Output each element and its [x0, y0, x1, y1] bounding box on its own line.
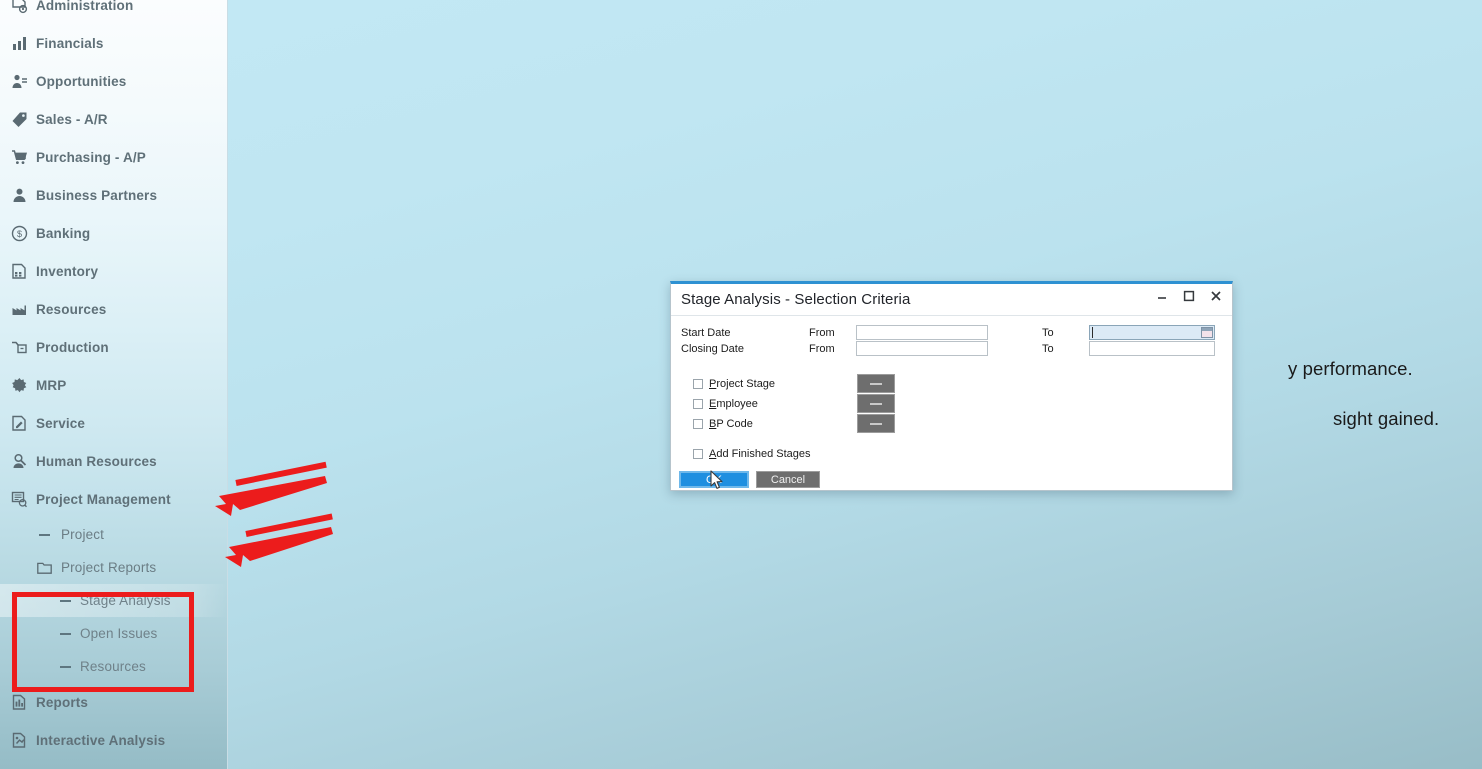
sidebar-item-label: Financials — [36, 35, 104, 51]
add-finished-stages-checkbox[interactable] — [693, 449, 703, 459]
sidebar-item-label: Reports — [36, 694, 89, 710]
sidebar-item-purchasing-ap[interactable]: Purchasing - A/P — [0, 138, 227, 176]
project-stage-selector-button[interactable] — [857, 374, 895, 393]
sidebar-item-interactive-analysis[interactable]: Interactive Analysis — [0, 721, 227, 759]
sidebar-item-opportunities[interactable]: Opportunities — [0, 62, 227, 100]
production-icon — [8, 337, 30, 357]
employee-checkbox[interactable] — [693, 399, 703, 409]
text-caret — [1092, 327, 1093, 338]
administration-icon — [8, 0, 30, 15]
closing-date-from-input[interactable] — [856, 341, 988, 356]
sidebar-item-administration[interactable]: Administration — [0, 0, 227, 24]
closing-date-row: Closing Date From To — [671, 341, 1232, 359]
interactive-analysis-icon — [8, 730, 30, 750]
employee-checkbox-row[interactable]: Employee — [693, 397, 758, 411]
inventory-box-icon — [8, 261, 30, 281]
sidebar-item-financials[interactable]: Financials — [0, 24, 227, 62]
highlight-box-project-reports-items — [12, 592, 194, 692]
start-date-to-input[interactable] — [1089, 325, 1215, 340]
bp-code-checkbox[interactable] — [693, 419, 703, 429]
closing-date-from-label: From — [809, 343, 835, 355]
background-text-line-2: sight gained. — [1333, 408, 1440, 429]
bp-code-label: BP Code — [709, 418, 753, 430]
sidebar-item-project-management[interactable]: Project Management — [0, 480, 227, 518]
dialog-titlebar[interactable]: Stage Analysis - Selection Criteria — [671, 284, 1232, 316]
sidebar-item-resources[interactable]: Resources — [0, 290, 227, 328]
sales-tag-icon — [8, 109, 30, 129]
sidebar-item-label: Resources — [36, 301, 107, 317]
project-stage-checkbox-row[interactable]: Project Stage — [693, 377, 775, 391]
sidebar-item-label: Production — [36, 339, 109, 355]
svg-text:$: $ — [16, 229, 21, 239]
sidebar-item-production[interactable]: Production — [0, 328, 227, 366]
add-finished-stages-label: Add Finished Stages — [709, 448, 811, 460]
sidebar-item-label: Project Reports — [61, 560, 157, 575]
employee-selector-button[interactable] — [857, 394, 895, 413]
mrp-gear-icon — [8, 375, 30, 395]
start-date-label: Start Date — [681, 327, 731, 339]
background-text-line-1: y performance. — [1288, 358, 1413, 379]
closing-date-to-input[interactable] — [1089, 341, 1215, 356]
maximize-icon[interactable] — [1181, 287, 1197, 305]
sidebar-item-business-partners[interactable]: Business Partners — [0, 176, 227, 214]
closing-date-label: Closing Date — [681, 343, 744, 355]
sidebar-item-label: Human Resources — [36, 453, 157, 469]
dialog-title: Stage Analysis - Selection Criteria — [681, 291, 911, 308]
sidebar-item-banking[interactable]: $ Banking — [0, 214, 227, 252]
cancel-button[interactable]: Cancel — [756, 471, 820, 488]
employee-label: Employee — [709, 398, 758, 410]
sidebar-item-label: Business Partners — [36, 187, 158, 203]
calendar-picker-icon[interactable] — [1201, 327, 1213, 338]
sidebar-item-label: Project — [61, 527, 105, 542]
close-icon[interactable] — [1208, 287, 1224, 305]
sidebar-item-label: Sales - A/R — [36, 111, 108, 127]
project-stage-checkbox[interactable] — [693, 379, 703, 389]
financials-chart-icon — [8, 33, 30, 53]
project-stage-label: Project Stage — [709, 378, 776, 390]
sidebar-item-label: Purchasing - A/P — [36, 149, 146, 165]
closing-date-to-label: To — [1042, 343, 1054, 355]
resources-factory-icon — [8, 299, 30, 319]
folder-icon — [34, 558, 54, 578]
start-date-to-label: To — [1042, 327, 1054, 339]
minimize-icon[interactable] — [1154, 287, 1170, 305]
sidebar-item-label: Interactive Analysis — [36, 732, 166, 748]
bp-code-checkbox-row[interactable]: BP Code — [693, 417, 753, 431]
sidebar-item-project-reports[interactable]: Project Reports — [0, 551, 227, 584]
human-resources-icon — [8, 451, 30, 471]
window-controls[interactable] — [1154, 287, 1224, 305]
business-partners-person-icon — [8, 185, 30, 205]
ok-button[interactable]: OK — [679, 471, 749, 488]
sidebar-item-label: Opportunities — [36, 73, 127, 89]
sidebar-item-label: Administration — [36, 0, 134, 13]
sidebar-item-service[interactable]: Service — [0, 404, 227, 442]
sidebar-item-label: Banking — [36, 225, 91, 241]
stage-analysis-selection-criteria-dialog[interactable]: Stage Analysis - Selection Criteria Star… — [670, 281, 1233, 491]
sidebar-item-project[interactable]: Project — [0, 518, 227, 551]
dash-icon — [34, 525, 54, 545]
sidebar-item-human-resources[interactable]: Human Resources — [0, 442, 227, 480]
bp-code-selector-button[interactable] — [857, 414, 895, 433]
start-date-from-label: From — [809, 327, 835, 339]
start-date-from-input[interactable] — [856, 325, 988, 340]
add-finished-stages-checkbox-row[interactable]: Add Finished Stages — [693, 447, 811, 461]
sidebar-item-label: Service — [36, 415, 86, 431]
service-icon — [8, 413, 30, 433]
purchasing-cart-icon — [8, 147, 30, 167]
sidebar-item-label: Inventory — [36, 263, 99, 279]
sidebar-item-sales-ar[interactable]: Sales - A/R — [0, 100, 227, 138]
sidebar-item-label: Project Management — [36, 491, 171, 507]
banking-coin-icon: $ — [8, 223, 30, 243]
sidebar-item-mrp[interactable]: MRP — [0, 366, 227, 404]
sidebar-item-inventory[interactable]: Inventory — [0, 252, 227, 290]
opportunities-icon — [8, 71, 30, 91]
sidebar-item-label: MRP — [36, 377, 67, 393]
project-management-icon — [8, 489, 30, 509]
reports-icon — [8, 692, 30, 712]
